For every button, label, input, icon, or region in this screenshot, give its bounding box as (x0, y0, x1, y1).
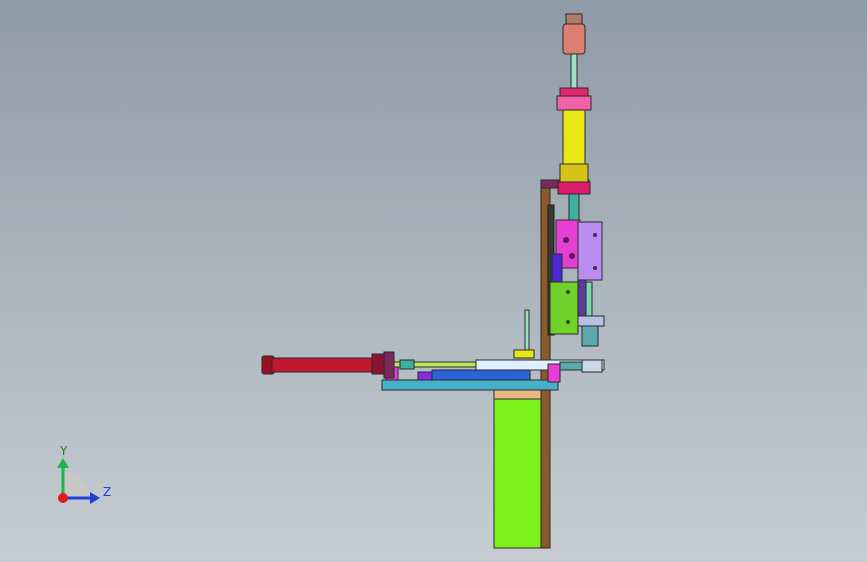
slide-spacer-blue (551, 253, 563, 285)
vertical-cylinder-lower-body (559, 163, 589, 183)
vertical-cylinder-nut (556, 95, 592, 111)
spring-coils (581, 325, 599, 347)
green-mount-hole-1 (566, 290, 570, 294)
horizontal-cylinder-head (371, 353, 385, 375)
cad-viewport[interactable]: Y Z (0, 0, 867, 562)
slide-plate-lavender[interactable] (577, 221, 603, 281)
slide-block-bolt-2 (569, 253, 575, 259)
horizontal-cylinder-fitting (399, 359, 415, 370)
platform-foot-1 (581, 359, 603, 373)
slide-plate-hole-2 (593, 266, 597, 270)
vertical-cylinder-rod (570, 53, 578, 91)
platform-base[interactable] (381, 379, 559, 391)
vertical-cylinder-collar (559, 87, 589, 97)
platform-block-magenta (547, 363, 561, 383)
triad-shading-icon (63, 471, 91, 498)
y-axis-arrow-icon (57, 458, 69, 468)
slide-plate-hole-1 (593, 233, 597, 237)
rod-bracket (577, 315, 605, 327)
platform-slider-blue[interactable] (431, 369, 531, 381)
horizontal-cylinder-body[interactable] (271, 357, 373, 373)
vertical-cylinder-top-nut (565, 13, 583, 25)
platform-end-cap (559, 361, 583, 371)
horizontal-cylinder-mount (383, 351, 395, 379)
coordinate-triad: Y Z (57, 444, 111, 504)
sensor-head (513, 349, 535, 359)
base-block-top-cap (493, 389, 543, 400)
base-block[interactable] (493, 397, 543, 549)
green-mount-side-plate (577, 279, 587, 321)
green-mount-hole-2 (566, 320, 570, 324)
vertical-cylinder-flange (557, 181, 591, 195)
vertical-cylinder-body[interactable] (562, 109, 586, 169)
z-axis-arrow-icon (90, 492, 100, 504)
vertical-cylinder-lower-rod (568, 193, 580, 221)
y-axis-label: Y (59, 444, 68, 458)
slide-block-bolt-1 (563, 237, 569, 243)
sensor-stem (524, 309, 530, 353)
green-mount-block[interactable] (549, 281, 579, 335)
vertical-cylinder-cap[interactable] (562, 23, 586, 55)
spring-rod (585, 281, 593, 317)
assembly-drawing[interactable]: Y Z (0, 0, 867, 562)
platform-slider-purple (417, 371, 433, 381)
triad-origin-icon (58, 493, 68, 503)
z-axis-label: Z (103, 485, 111, 499)
